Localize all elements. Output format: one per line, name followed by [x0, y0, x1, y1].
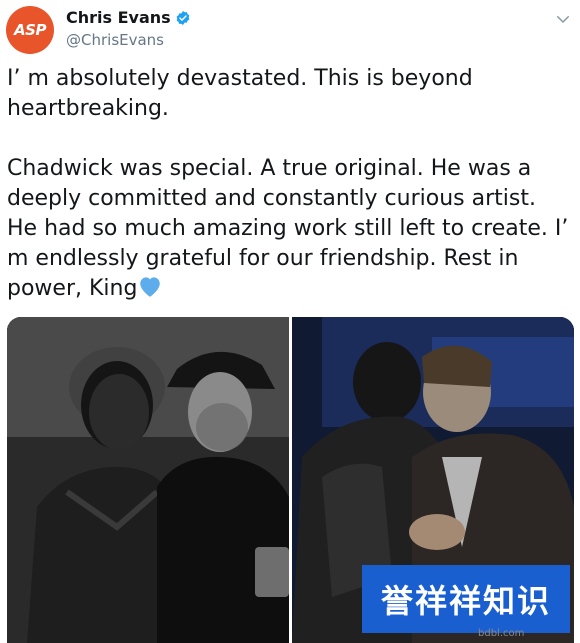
tweet-paragraph: I’ m absolutely devastated. This is beyo… — [7, 66, 473, 121]
tweet-paragraph-text: Chadwick was special. A true original. H… — [7, 156, 569, 301]
watermark: 誉祥祥知识 — [362, 565, 570, 633]
chevron-down-icon[interactable] — [554, 10, 572, 28]
watermark-text: 誉祥祥知识 — [380, 582, 551, 620]
display-name[interactable]: Chris Evans — [66, 8, 171, 27]
tweet-paragraph-2: Chadwick was special. A true original. H… — [7, 154, 573, 304]
avatar-text: ASP — [14, 21, 46, 39]
blue-heart-icon — [140, 277, 161, 297]
photo-left-illustration — [7, 317, 289, 643]
photo-left[interactable] — [7, 317, 289, 643]
verified-badge-icon — [176, 10, 190, 25]
tweet-header: ASP Chris Evans @ChrisEvans — [6, 6, 574, 54]
author-names: Chris Evans @ChrisEvans — [66, 8, 191, 49]
avatar[interactable]: ASP — [6, 6, 54, 54]
tweet-text: I’ m absolutely devastated. This is beyo… — [7, 64, 573, 304]
corner-watermark: bdbl.com — [478, 628, 525, 639]
display-name-row: Chris Evans — [66, 8, 191, 27]
handle[interactable]: @ChrisEvans — [66, 31, 191, 49]
